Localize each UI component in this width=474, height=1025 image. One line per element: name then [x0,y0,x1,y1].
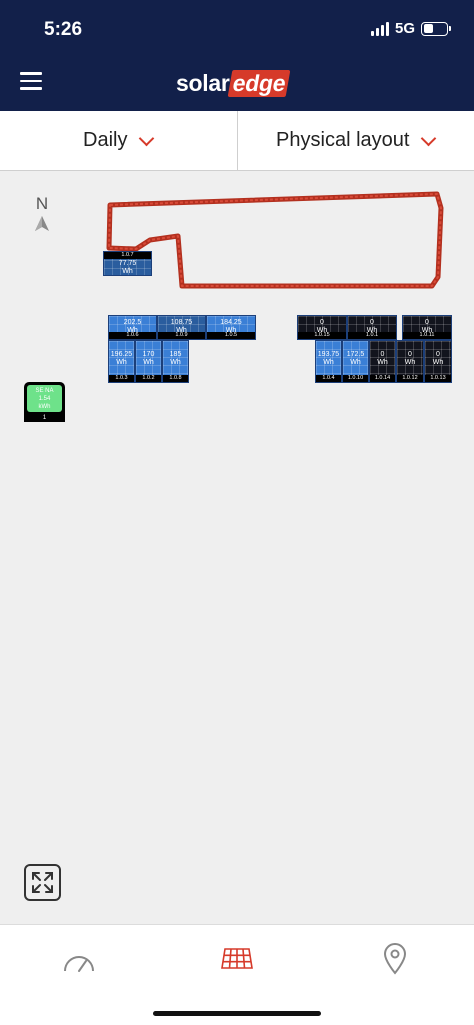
panel-unit: Wh [116,359,127,366]
panel-unit: Wh [122,268,133,275]
panel-unit: Wh [323,359,334,366]
panel-unit: Wh [350,359,361,366]
panel-1-0-2[interactable]: 170 Wh 1.0.2 [135,340,162,383]
panel-id: 1.0.9 [158,332,205,339]
location-icon [383,943,407,975]
panel-value: 202.5 [123,319,142,326]
panel-1-0-8[interactable]: 185 Wh 1.0.8 [162,340,189,383]
inverter[interactable]: SE NA 1.54 kWh 1 [24,382,65,422]
panel-id: 1.0.12 [397,375,423,382]
inverter-screen: SE NA 1.54 kWh [27,385,62,412]
roof-outline-drawing [106,191,444,289]
panel-value: 108.75 [170,319,193,326]
panel-1-0-10[interactable]: 172.5 Wh 1.0.10 [342,340,369,383]
panel-value: 0 [320,319,324,326]
battery-icon [421,21,451,36]
home-indicator [153,1011,321,1016]
expand-icon [32,872,53,893]
panel-unit: Wh [404,359,416,366]
solaredge-logo: solar edge [176,70,292,97]
panel-unit: Wh [143,359,154,366]
inverter-unit: kWh [38,404,51,410]
panel-value: 196.25 [110,351,133,358]
logo-text-solar: solar [176,70,230,96]
hamburger-icon [20,72,42,75]
nav-layout[interactable] [217,941,257,975]
panel-id: 1.0.15 [298,332,346,339]
chevron-down-icon [139,134,153,148]
panel-value: 0 [380,351,385,358]
panel-id: 1.0.1 [348,332,396,339]
panel-value: 193.75 [317,351,340,358]
dashboard-icon [64,956,94,972]
panel-id: 1.0.14 [370,375,395,382]
logo-text-edge: edge [228,70,292,97]
view-dropdown[interactable]: Physical layout [236,111,474,170]
panel-id: 1.0.5 [207,332,255,339]
menu-button[interactable] [20,72,42,94]
panel-1-0-6[interactable]: 202.5 Wh 1.0.6 [108,315,157,340]
panel-id: 1.0.6 [109,332,156,339]
panel-value: 0 [436,351,440,358]
panel-value: 0 [425,319,429,326]
panel-unit: Wh [377,359,388,366]
panel-id: 1.0.11 [403,332,451,339]
panel-value: 0 [370,319,374,326]
period-label: Daily [83,129,128,151]
panel-1-0-14[interactable]: 0 Wh 1.0.14 [369,340,396,383]
panel-id: 1.0.2 [136,375,161,382]
inverter-index: 1 [42,415,47,421]
panel-value: 185 [169,351,182,358]
panel-id: 1.0.4 [316,375,341,382]
chevron-down-icon [421,134,435,148]
layout-canvas[interactable]: N 1.0.7 77.75 Wh 202.5 Wh 1.0.6 108.75 Wh 1… [0,172,474,924]
panel-value: 172.5 [346,351,365,358]
panel-1-0-11[interactable]: 0 Wh 1.0.11 [402,315,452,340]
panel-value: 184.25 [220,319,242,326]
nav-dashboard[interactable] [59,941,99,975]
panel-id: 1.0.10 [343,375,368,382]
panel-id: 1.0.3 [109,375,134,382]
panel-1-0-5[interactable]: 184.25 Wh 1.0.5 [206,315,256,340]
panel-1-0-13[interactable]: 0 Wh 1.0.13 [424,340,452,383]
status-icons: 5G [370,20,451,37]
panel-1-0-12[interactable]: 0 Wh 1.0.12 [396,340,424,383]
inverter-value: 1.54 [38,396,51,402]
expand-button[interactable] [24,864,61,901]
panel-1-0-9[interactable]: 108.75 Wh 1.0.9 [157,315,206,340]
panel-id: 1.0.13 [425,375,451,382]
view-label: Physical layout [276,129,410,151]
panel-1-0-7[interactable]: 1.0.7 77.75 Wh [103,251,152,276]
panel-1-0-15[interactable]: 0 Wh 1.0.15 [297,315,347,340]
app-header: solar edge [0,58,474,111]
view-selectors: Daily Physical layout [0,111,474,171]
panel-id: 1.0.7 [104,252,151,259]
inverter-name: SE NA [35,388,54,394]
panel-value: 170 [142,351,155,358]
nav-location[interactable] [375,941,415,975]
panel-unit: Wh [170,359,181,366]
panel-unit: Wh [432,359,444,366]
network-type: 5G [394,20,415,37]
panel-1-0-4[interactable]: 193.75 Wh 1.0.4 [315,340,342,383]
panel-value: 77.75 [118,260,137,267]
panel-1-0-1[interactable]: 0 Wh 1.0.1 [347,315,397,340]
period-dropdown[interactable]: Daily [0,111,237,170]
panel-value: 0 [408,351,412,358]
signal-icon [370,21,389,36]
status-bar: 5:26 5G [0,0,474,58]
layout-icon [221,948,253,969]
panel-id: 1.0.8 [163,375,188,382]
bottom-nav [0,924,474,1025]
status-time: 5:26 [44,19,83,40]
panel-1-0-3[interactable]: 196.25 Wh 1.0.3 [108,340,135,383]
